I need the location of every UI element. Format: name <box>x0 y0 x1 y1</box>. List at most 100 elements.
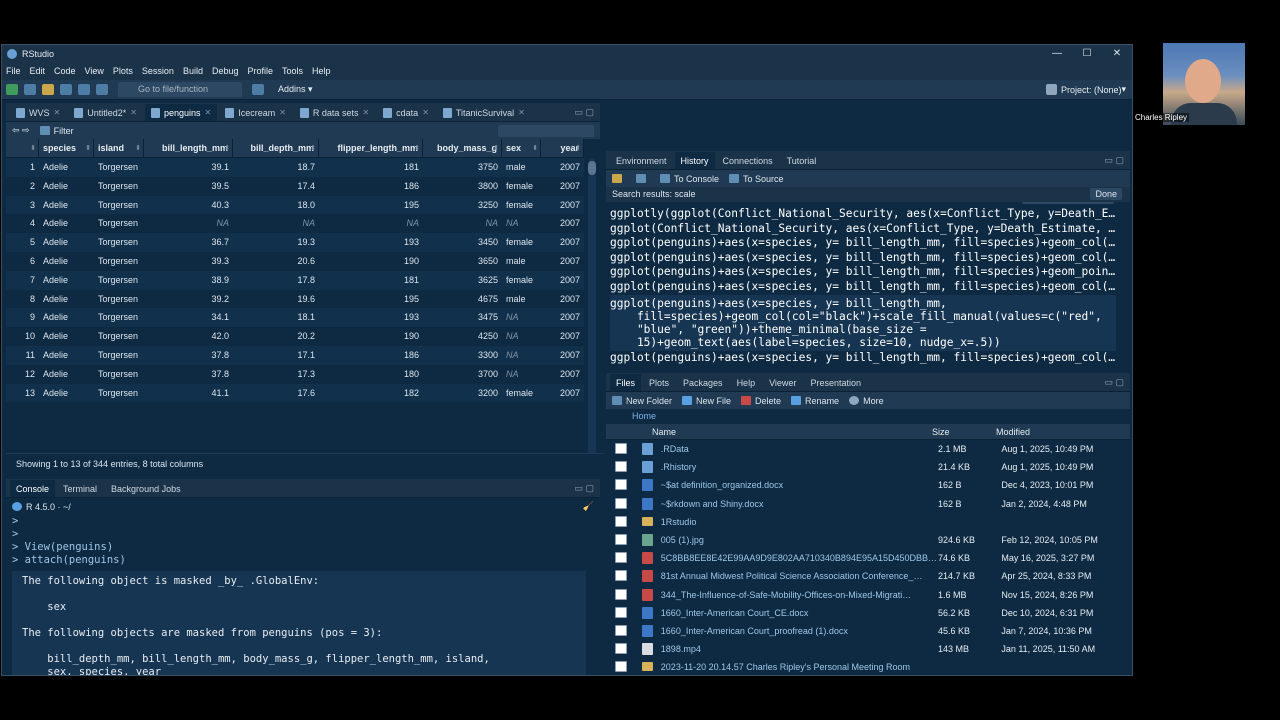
file-name[interactable]: 2023-11-20 20.14.57 Charles Ripley's Per… <box>661 658 938 675</box>
tab-cdata[interactable]: cdata ✕ <box>377 104 435 121</box>
open-file-icon[interactable] <box>42 84 54 95</box>
file-checkbox[interactable] <box>615 588 627 600</box>
menu-edit[interactable]: Edit <box>30 66 46 76</box>
column-header-bill-length-mm[interactable]: bill_length_mm <box>144 139 233 158</box>
new-file-button[interactable]: New File <box>682 396 731 406</box>
tab-close-icon[interactable]: ✕ <box>422 108 429 117</box>
tab-wvs[interactable]: WVS ✕ <box>10 104 66 121</box>
file-checkbox[interactable] <box>615 533 627 545</box>
file-name[interactable]: 1660_Inter-American Court_CE.docx <box>661 604 938 622</box>
history-line[interactable]: ggplot(Conflict_National_Security, aes(x… <box>610 222 1116 237</box>
history-selected-line[interactable]: ggplot(penguins)+aes(x=species, y= bill_… <box>610 294 1116 351</box>
file-checkbox[interactable] <box>615 624 627 636</box>
tab-close-icon[interactable]: ✕ <box>362 108 369 117</box>
file-checkbox[interactable] <box>615 552 627 564</box>
addins-menu[interactable]: Addins ▾ <box>278 84 313 95</box>
tab-console[interactable]: Console <box>10 480 56 497</box>
project-menu[interactable]: Project: (None) ▾ <box>1045 84 1126 95</box>
new-file-icon[interactable] <box>6 84 18 95</box>
tab-terminal[interactable]: Terminal <box>57 480 103 497</box>
file-checkbox[interactable] <box>615 606 627 618</box>
done-button[interactable]: Done <box>1090 188 1122 200</box>
file-name[interactable]: .RData <box>661 440 938 458</box>
tab-environment[interactable]: Environment <box>610 152 673 169</box>
pane-controls[interactable]: ▭ ▢ <box>574 107 594 118</box>
history-line[interactable]: ggplot(penguins)+aes(x=species, y= bill_… <box>610 236 1116 251</box>
file-checkbox[interactable] <box>615 661 627 673</box>
column-header-sex[interactable]: sex <box>502 139 541 158</box>
name-column-header[interactable]: Name <box>652 424 932 439</box>
file-name[interactable]: ~$rkdown and Shiny.docx <box>661 495 938 513</box>
history-pane-controls[interactable]: ▭ ▢ <box>1104 155 1124 166</box>
menu-file[interactable]: File <box>6 66 21 76</box>
tab-plots[interactable]: Plots <box>643 374 675 391</box>
file-name[interactable]: 005 (1).jpg <box>661 531 938 549</box>
tab-close-icon[interactable]: ✕ <box>130 108 137 117</box>
menu-debug[interactable]: Debug <box>212 66 239 76</box>
to-console-button[interactable]: To Console <box>660 174 719 184</box>
menu-plots[interactable]: Plots <box>113 66 133 76</box>
tab-penguins[interactable]: penguins ✕ <box>144 104 218 121</box>
goto-file-input[interactable]: Go to file/function <box>118 82 242 97</box>
tab-background-jobs[interactable]: Background Jobs <box>105 480 187 497</box>
scrollbar-thumb[interactable] <box>588 161 596 175</box>
menu-help[interactable]: Help <box>312 66 331 76</box>
file-checkbox[interactable] <box>615 443 627 454</box>
file-checkbox[interactable] <box>615 479 627 491</box>
tab-connections[interactable]: Connections <box>717 152 779 169</box>
tab-viewer[interactable]: Viewer <box>763 374 802 391</box>
console-pane-controls[interactable]: ▭ ▢ <box>574 483 594 494</box>
file-name[interactable]: ~$at definition_organized.docx <box>661 476 938 494</box>
tab-close-icon[interactable]: ✕ <box>205 108 212 117</box>
modified-column-header[interactable]: Modified <box>996 424 1126 439</box>
column-header-bill-depth-mm[interactable]: bill_depth_mm <box>233 139 319 158</box>
save-all-icon[interactable] <box>78 84 90 95</box>
tab-untitled2[interactable]: Untitled2* ✕ <box>68 104 143 121</box>
rename-button[interactable]: Rename <box>791 396 839 406</box>
tab-icecream[interactable]: Icecream ✕ <box>219 104 292 121</box>
menu-profile[interactable]: Profile <box>248 66 274 76</box>
column-header-year[interactable]: year <box>541 139 584 158</box>
home-link[interactable]: Home <box>632 411 656 421</box>
load-history-icon[interactable] <box>612 174 626 183</box>
history-line[interactable]: ggplotly(ggplot(Conflict_National_Securi… <box>610 207 1116 222</box>
size-column-header[interactable]: Size <box>932 424 996 439</box>
file-name[interactable]: 81st Annual Midwest Political Science As… <box>661 567 938 585</box>
menu-session[interactable]: Session <box>142 66 174 76</box>
maximize-icon[interactable]: ☐ <box>1072 48 1102 59</box>
tab-close-icon[interactable]: ✕ <box>279 108 286 117</box>
column-header-island[interactable]: island <box>94 139 144 158</box>
tab-close-icon[interactable]: ✕ <box>54 108 61 117</box>
column-header-species[interactable]: species <box>39 139 94 158</box>
minimize-icon[interactable]: — <box>1042 48 1072 59</box>
tab-r-data-sets[interactable]: R data sets ✕ <box>294 104 375 121</box>
file-checkbox[interactable] <box>615 515 627 527</box>
layout-icon[interactable] <box>252 84 264 95</box>
tab-help[interactable]: Help <box>731 374 762 391</box>
menu-tools[interactable]: Tools <box>282 66 303 76</box>
print-icon[interactable] <box>96 84 108 95</box>
menu-code[interactable]: Code <box>54 66 76 76</box>
tab-tutorial[interactable]: Tutorial <box>781 152 823 169</box>
back-icon[interactable]: ⇦ ⇨ <box>12 125 30 136</box>
new-project-icon[interactable] <box>24 84 36 95</box>
file-name[interactable]: 1Rstudio <box>661 513 938 531</box>
file-checkbox[interactable] <box>615 497 627 509</box>
grid-scrollbar[interactable] <box>588 159 596 473</box>
clear-console-icon[interactable]: 🧹 <box>583 501 594 512</box>
history-line-last[interactable]: ggplot(penguins)+aes(x=species, y= bill_… <box>610 351 1116 366</box>
delete-button[interactable]: Delete <box>741 396 781 406</box>
file-name[interactable]: 5C8BB8EE8E42E99AA9D9E802AA710340B894E95A… <box>661 549 938 567</box>
history-line[interactable]: ggplot(penguins)+aes(x=species, y= bill_… <box>610 251 1116 266</box>
file-checkbox[interactable] <box>615 570 627 582</box>
tab-packages[interactable]: Packages <box>677 374 729 391</box>
tab-files[interactable]: Files <box>610 374 642 391</box>
history-line[interactable]: ggplot(penguins)+aes(x=species, y= bill_… <box>610 280 1116 295</box>
console-output-area[interactable]: > > > View(penguins) > attach(penguins) The… <box>12 515 586 675</box>
tab-history[interactable]: History <box>674 152 715 169</box>
menu-build[interactable]: Build <box>183 66 203 76</box>
new-folder-button[interactable]: New Folder <box>612 396 672 406</box>
to-source-button[interactable]: To Source <box>729 174 784 184</box>
file-name[interactable]: .Rhistory <box>661 458 938 476</box>
file-name[interactable]: 1898.mp4 <box>661 640 938 658</box>
